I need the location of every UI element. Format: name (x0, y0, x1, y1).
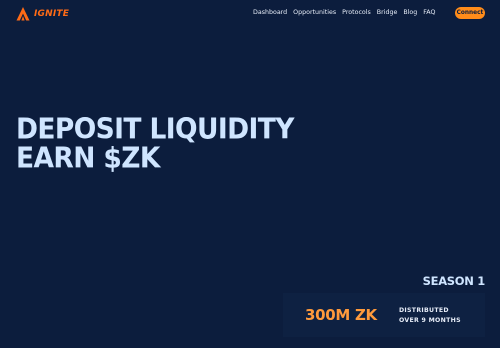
nav-link-opportunities[interactable]: Opportunities (293, 9, 336, 16)
hero-headline: DEPOSIT LIQUIDITY EARN $ZK (16, 112, 294, 176)
brand-logo[interactable]: IGNITE (15, 6, 69, 22)
nav-link-dashboard[interactable]: Dashboard (253, 9, 287, 16)
page: IGNITE Dashboard Opportunities Protocols… (0, 0, 500, 348)
nav-link-blog[interactable]: Blog (403, 9, 417, 16)
brand-name: IGNITE (34, 9, 70, 19)
hero-line-2: EARN $ZK (16, 141, 160, 176)
main-nav: Dashboard Opportunities Protocols Bridge… (253, 9, 435, 16)
rewards-description-line-2: OVER 9 MONTHS (399, 317, 461, 324)
rewards-description-line-1: DISTRIBUTED (399, 307, 449, 314)
flame-a-icon (16, 7, 30, 21)
rewards-description: DISTRIBUTED OVER 9 MONTHS (399, 306, 461, 326)
nav-link-bridge[interactable]: Bridge (377, 9, 398, 16)
season-label: SEASON 1 (422, 274, 486, 288)
nav-link-faq[interactable]: FAQ (423, 9, 435, 16)
top-navigation-bar: IGNITE Dashboard Opportunities Protocols… (0, 0, 500, 28)
nav-link-protocols[interactable]: Protocols (342, 9, 371, 16)
rewards-amount: 300M ZK (305, 306, 377, 324)
hero-line-1: DEPOSIT LIQUIDITY (16, 112, 294, 147)
rewards-stats-card: 300M ZK DISTRIBUTED OVER 9 MONTHS (283, 293, 485, 337)
connect-button[interactable]: Connect (455, 7, 485, 19)
